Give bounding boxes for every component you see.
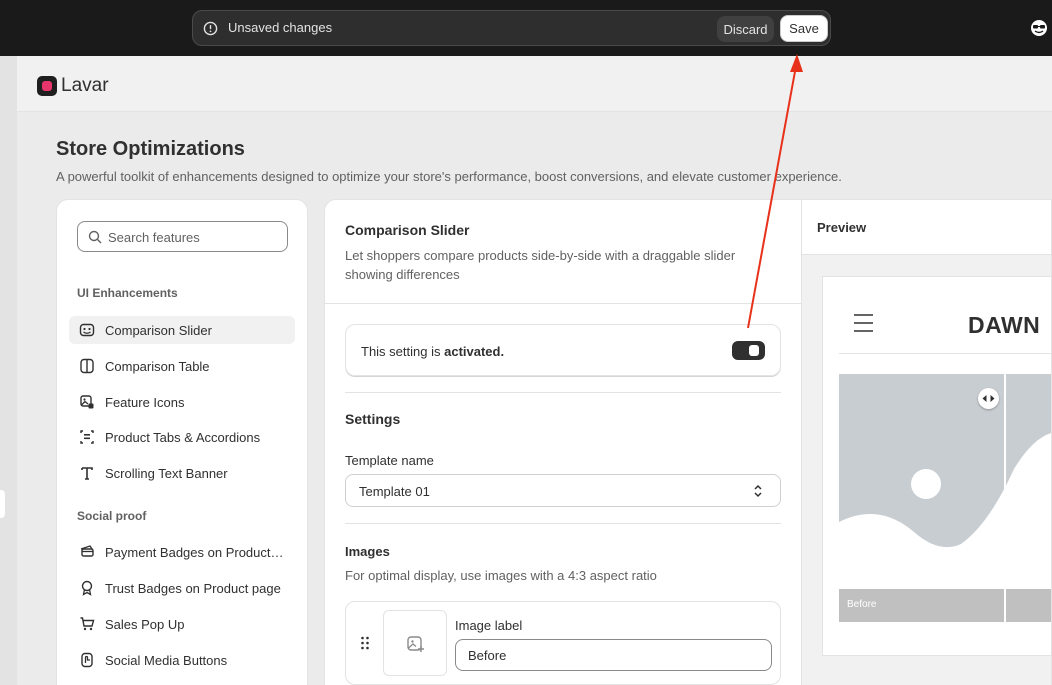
sidebar-item-feature-icons[interactable]: Feature Icons: [69, 388, 295, 416]
app-header: Lavar: [17, 56, 1052, 112]
sidebar-item-label: Payment Badges on Product page: [105, 545, 287, 560]
alert-circle-icon: [203, 21, 218, 36]
search-box[interactable]: [77, 221, 288, 252]
sidebar-item-comparison-table[interactable]: Comparison Table: [69, 352, 295, 380]
storefront-preview: DAWN Before: [822, 276, 1051, 656]
app-name: Lavar: [61, 75, 109, 96]
images-heading: Images: [345, 544, 390, 559]
page-subtitle: A powerful toolkit of enhancements desig…: [56, 169, 842, 184]
text-icon: [81, 467, 93, 480]
preview-header: Preview: [801, 200, 1051, 255]
comparison-slider-preview[interactable]: Before: [839, 374, 1051, 622]
divider: [345, 523, 781, 524]
feature-settings-card: Comparison Slider Let shoppers compare p…: [324, 199, 1052, 685]
sidebar-item-label: Trust Badges on Product page: [105, 581, 281, 596]
sidebar-item-sales-pop-up[interactable]: Sales Pop Up: [69, 610, 295, 638]
search-icon: [88, 230, 102, 244]
page-title: Store Optimizations: [56, 138, 245, 160]
divider: [325, 303, 801, 304]
preview-panel: DAWN Before: [801, 255, 1051, 685]
activation-status-box: This setting is activated.: [345, 324, 781, 376]
template-name-select[interactable]: Template 01: [345, 474, 781, 507]
gutter-tab[interactable]: [0, 490, 5, 518]
group-label-ui-enhancements: UI Enhancements: [77, 286, 178, 300]
hamburger-menu-icon: [854, 314, 873, 332]
app-logo-icon: [37, 76, 57, 96]
settings-heading: Settings: [345, 411, 401, 427]
feature-title: Comparison Slider: [345, 222, 470, 238]
sidebar-item-product-tabs[interactable]: Product Tabs & Accordions: [69, 423, 295, 451]
image-icon: [80, 395, 94, 409]
divider: [345, 392, 781, 393]
images-hint: For optimal display, use images with a 4…: [345, 568, 657, 583]
chevron-up-down-icon: [754, 484, 762, 498]
sidebar-item-label: Product Tabs & Accordions: [105, 430, 261, 445]
drag-arrows-icon: [982, 395, 995, 402]
left-gutter: [0, 56, 17, 685]
touch-icon: [81, 652, 93, 668]
group-label-social-proof: Social proof: [77, 509, 147, 523]
feature-description: Let shoppers compare products side-by-si…: [345, 248, 736, 282]
badge-icon: [81, 580, 93, 596]
preview-heading: Preview: [817, 220, 867, 235]
sidebar-item-label: Comparison Slider: [105, 323, 212, 338]
payment-icon: [80, 545, 94, 557]
tabs-icon: [80, 430, 94, 444]
sidebar-item-social-media-buttons[interactable]: Social Media Buttons: [69, 646, 295, 674]
activation-status-text: This setting is activated.: [361, 344, 505, 359]
cart-icon: [80, 617, 95, 631]
add-image-icon: [407, 636, 424, 652]
image-item: Image label: [345, 601, 781, 685]
placeholder-image-icon: [839, 374, 1051, 622]
contextual-save-bar: Unsaved changes Discard Save: [192, 10, 831, 46]
sidebar-item-payment-badges[interactable]: Payment Badges on Product page: [69, 538, 295, 566]
feature-sidebar: UI Enhancements Comparison Slider Compar…: [56, 199, 308, 685]
sidebar-item-label: Comparison Table: [105, 359, 210, 374]
top-bar: Unsaved changes Discard Save: [0, 0, 1052, 56]
sidebar-item-trust-badges[interactable]: Trust Badges on Product page: [69, 574, 295, 602]
sidebar-item-label: Sales Pop Up: [105, 617, 185, 632]
divider: [839, 353, 1051, 354]
template-name-label: Template name: [345, 453, 434, 468]
account-icon[interactable]: [1030, 19, 1048, 37]
slider-handle[interactable]: [978, 388, 999, 409]
save-button[interactable]: Save: [780, 15, 828, 42]
image-label-label: Image label: [455, 618, 523, 633]
image-upload-thumb[interactable]: [383, 610, 447, 676]
sidebar-item-label: Feature Icons: [105, 395, 185, 410]
template-name-value: Template 01: [359, 484, 430, 499]
sidebar-item-scrolling-text-banner[interactable]: Scrolling Text Banner: [69, 459, 295, 487]
search-input[interactable]: [108, 228, 278, 246]
image-label-input[interactable]: [455, 639, 772, 671]
sidebar-item-comparison-slider[interactable]: Comparison Slider: [69, 316, 295, 344]
comparison-slider-icon: [79, 323, 95, 337]
drag-handle-icon[interactable]: [360, 636, 370, 650]
unsaved-changes-text: Unsaved changes: [228, 20, 333, 35]
store-logo-text: DAWN: [968, 312, 1041, 338]
before-label: Before: [847, 599, 877, 610]
discard-button[interactable]: Discard: [717, 16, 774, 42]
sidebar-item-label: Social Media Buttons: [105, 653, 228, 668]
activation-toggle[interactable]: [732, 341, 765, 360]
columns-icon: [80, 358, 94, 374]
sidebar-item-label: Scrolling Text Banner: [105, 466, 228, 481]
